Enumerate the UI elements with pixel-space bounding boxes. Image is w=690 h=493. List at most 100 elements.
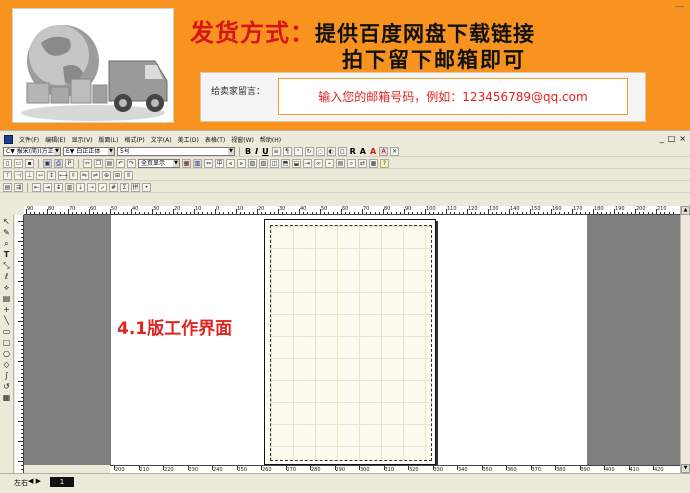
new-file-icon[interactable]: ▯	[3, 158, 12, 168]
text-align-icon[interactable]: ≡	[271, 146, 281, 156]
same-width-icon[interactable]: ⟷	[58, 170, 68, 180]
chinese-font-select[interactable]: C▼ 报宋(简)(方正) ▼	[3, 146, 61, 156]
line-spacing-icon[interactable]: ↨	[54, 182, 63, 192]
save-icon[interactable]: ▪	[25, 158, 34, 168]
pen-tool-icon[interactable]: ✎	[2, 228, 12, 238]
seller-message-input[interactable]: 输入您的邮箱号码，例如：123456789@qq.com	[278, 78, 628, 115]
menu-format[interactable]: 格式(P)	[124, 135, 144, 144]
color-fill-icon[interactable]: ▦	[182, 158, 191, 168]
undo-icon[interactable]: ↶	[116, 158, 125, 168]
font-color-button[interactable]: A	[369, 147, 377, 156]
distribute-v-icon[interactable]: ↕	[47, 170, 56, 180]
text-format-icon[interactable]: ¶	[282, 146, 292, 156]
print-preview-icon[interactable]: ▣	[43, 158, 52, 168]
lock-icon[interactable]: ◫	[270, 158, 279, 168]
menu-layout[interactable]: 版面(L)	[98, 135, 118, 144]
english-font-select[interactable]: E▼ 白正正体 ▼	[63, 146, 115, 156]
table-icon[interactable]: ▦	[369, 158, 378, 168]
tab-stop-icon[interactable]: ⇥	[303, 158, 312, 168]
distribute-h-icon[interactable]: ⇿	[36, 170, 45, 180]
rotate-tool-icon[interactable]: ⤡	[2, 261, 12, 271]
outdent-icon[interactable]: ⇥	[43, 182, 52, 192]
link-tool-icon[interactable]: ℓ	[2, 272, 12, 282]
curve-tool-icon[interactable]: ∫	[2, 371, 12, 381]
vertical-scrollbar[interactable]: ▲ ▼	[680, 206, 690, 473]
node-tool-icon[interactable]: ⟡	[2, 283, 12, 293]
menu-view[interactable]: 显示(V)	[72, 135, 93, 144]
vertical-ruler[interactable]	[15, 215, 24, 473]
align-right-icon[interactable]: ⫸	[237, 158, 246, 168]
diamond-tool-icon[interactable]: ◇	[2, 360, 12, 370]
select-tool-icon[interactable]: ↖	[2, 217, 12, 227]
link-break-icon[interactable]: ⌁	[325, 158, 334, 168]
column-gap-icon[interactable]: ▥	[65, 182, 74, 192]
superscript-icon[interactable]: ˣ	[293, 146, 303, 156]
group-icon[interactable]: ▧	[248, 158, 257, 168]
menu-help[interactable]: 帮助(H)	[260, 135, 281, 144]
horizontal-ruler[interactable]: 90 80 70 60 50 40 30 20 10 0 10 20 30 40 50 60 70 80 90 100…	[24, 206, 680, 215]
line-tool-icon[interactable]: ╲	[2, 316, 12, 326]
align-bottom-icon[interactable]: ⊥	[25, 170, 34, 180]
rectangle-tool-icon[interactable]: ▭	[2, 327, 12, 337]
rotate-text-icon[interactable]: ↻	[304, 146, 314, 156]
stretch-icon[interactable]: ⇔	[204, 158, 213, 168]
shadow-text-icon[interactable]: ◐	[326, 146, 336, 156]
font-grow-button[interactable]: R	[349, 147, 357, 156]
ellipse-tool-icon[interactable]: ○	[2, 349, 12, 359]
center-icon[interactable]: 中	[215, 158, 224, 168]
scroll-up-icon[interactable]: ▲	[681, 206, 690, 215]
menu-art[interactable]: 美工(D)	[178, 135, 199, 144]
wrap-text-icon[interactable]: ⤶	[98, 182, 107, 192]
bullet-icon[interactable]: •	[142, 182, 151, 192]
text-box-icon[interactable]: A	[379, 146, 389, 156]
copy-icon[interactable]: ❐	[94, 158, 103, 168]
align-top-icon[interactable]: ⊤	[3, 170, 12, 180]
menu-file[interactable]: 文件(F)	[19, 135, 39, 144]
grid-tool-icon[interactable]: ▦	[2, 393, 12, 403]
find-icon[interactable]: ⌕	[347, 158, 356, 168]
indent-icon[interactable]: ⇤	[32, 182, 41, 192]
underline-button[interactable]: U	[261, 147, 270, 156]
minimize-button[interactable]: _	[660, 134, 664, 143]
open-file-icon[interactable]: ▭	[14, 158, 23, 168]
layer-up-icon[interactable]: ⬒	[281, 158, 290, 168]
redo-icon[interactable]: ↷	[127, 158, 136, 168]
font-shrink-button[interactable]: A	[359, 147, 367, 156]
cut-icon[interactable]: ✂	[83, 158, 92, 168]
font-size-select[interactable]: 5号 ▼	[117, 146, 235, 156]
print-icon[interactable]: ⎙	[54, 158, 63, 168]
pinyin-icon[interactable]: 拼	[131, 182, 140, 192]
menu-text[interactable]: 文字(A)	[151, 135, 172, 144]
flip-h-icon[interactable]: ⇋	[80, 170, 89, 180]
hollow-text-icon[interactable]: ◻	[337, 146, 347, 156]
flip-v-icon[interactable]: ⇌	[91, 170, 100, 180]
layer-down-icon[interactable]: ⬓	[292, 158, 301, 168]
document-page[interactable]	[264, 219, 436, 465]
text-flow-icon[interactable]: ⇶	[14, 182, 23, 192]
table-tool-icon[interactable]: ▤	[2, 294, 12, 304]
frame-layout-icon[interactable]: ▤	[3, 182, 12, 192]
block-icon[interactable]: ▤	[336, 158, 345, 168]
vertical-text-icon[interactable]: ⇣	[76, 182, 85, 192]
frame-icon[interactable]: ▥	[193, 158, 202, 168]
center-page-icon[interactable]: ⊕	[102, 170, 111, 180]
snap-grid-icon[interactable]: ⊞	[113, 170, 122, 180]
italic-button[interactable]: I	[254, 147, 259, 156]
menu-table[interactable]: 表格(T)	[205, 135, 225, 144]
page-number-tab[interactable]: 1	[50, 477, 74, 487]
scroll-down-icon[interactable]: ▼	[681, 464, 690, 473]
number-icon[interactable]: #	[109, 182, 118, 192]
page-layout-grid[interactable]	[270, 225, 432, 461]
menu-edit[interactable]: 编辑(E)	[45, 135, 65, 144]
align-left-icon[interactable]: ⫷	[226, 158, 235, 168]
zoom-tool-icon[interactable]: ⌕	[2, 239, 12, 249]
page-spread-label[interactable]: 左右	[14, 478, 28, 488]
page-view-select[interactable]: 全页显示 ▼	[138, 158, 180, 168]
ungroup-icon[interactable]: ▨	[259, 158, 268, 168]
maximize-button[interactable]: □	[668, 134, 676, 143]
text-tool-icon[interactable]: T	[2, 250, 12, 260]
replace-icon[interactable]: ⇄	[358, 158, 367, 168]
page-nav-arrows[interactable]: ◀ ▶	[28, 477, 41, 485]
same-height-icon[interactable]: ⇳	[69, 170, 78, 180]
outline-text-icon[interactable]: ◌	[315, 146, 325, 156]
